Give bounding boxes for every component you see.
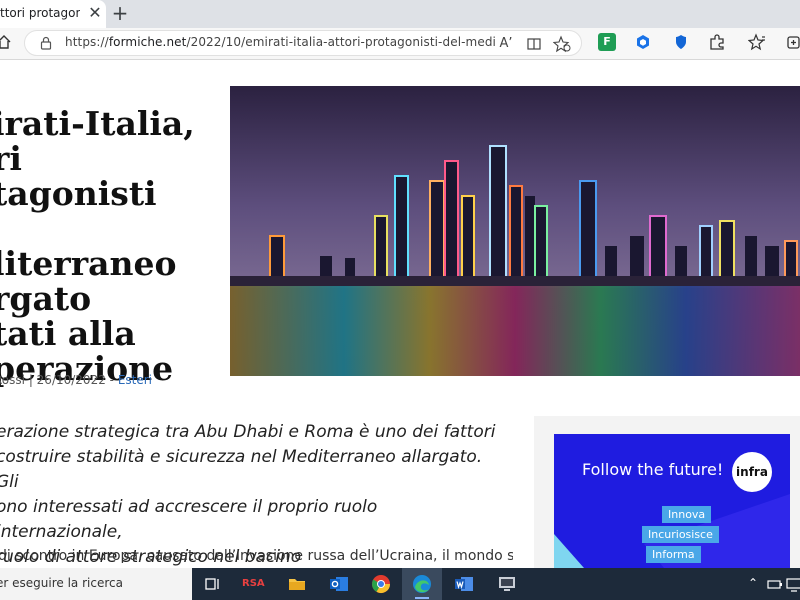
url-path: /2022/10/emirati-italia-attori-protagoni… <box>186 35 495 49</box>
address-bar[interactable]: https://formiche.net/2022/10/emirati-ita… <box>24 30 582 56</box>
ad-tag: Innova <box>662 506 712 523</box>
headline-line: ri <box>0 139 22 178</box>
lead-line: costruire stabilità e sicurezza nel Medi… <box>0 447 483 492</box>
city-skyline-image <box>230 86 800 376</box>
word-icon[interactable] <box>453 573 475 595</box>
ad-logo: infra <box>732 452 772 492</box>
article-hero-image <box>230 86 800 376</box>
ad-tag: Informa <box>646 546 701 563</box>
article-lead: erazione strategica tra Abu Dhabi e Roma… <box>0 420 506 568</box>
byline-category-link[interactable]: Esteri <box>118 373 152 387</box>
article-body-paragraph: di scontro in Europa, causato dall’invas… <box>0 548 513 564</box>
rsa-app-icon[interactable]: RSA <box>242 573 265 595</box>
headline-line: rgato <box>0 279 92 318</box>
tab-title: ttori protagonisti <box>0 6 80 20</box>
lead-line: ono interessati ad accrescere il proprio… <box>0 497 378 542</box>
article-headline[interactable]: irati-Italia, ri tagonisti literraneo rg… <box>0 106 222 386</box>
taskbar-search-box[interactable]: er eseguire la ricerca <box>0 568 192 600</box>
close-icon[interactable]: ✕ <box>86 4 104 22</box>
headline-line <box>0 211 222 246</box>
windows-taskbar: er eseguire la ricerca RSA ⌃ <box>0 568 800 600</box>
tab-strip: ttori protagonisti ✕ + <box>0 0 800 28</box>
collections-icon[interactable] <box>784 33 800 51</box>
web-page: irati-Italia, ri tagonisti literraneo rg… <box>0 86 800 568</box>
active-app-indicator <box>415 597 429 599</box>
ad-banner[interactable]: Follow the future! infra Innova Incurios… <box>554 434 790 568</box>
headline-line: literraneo <box>0 244 177 283</box>
url-domain: formiche.net <box>108 35 187 49</box>
new-tab-button[interactable]: + <box>110 3 130 23</box>
headline-line: irati-Italia, <box>0 104 195 143</box>
extension-blue-hexagon-icon[interactable] <box>634 33 652 51</box>
extension-green-icon[interactable]: F <box>598 33 616 51</box>
byline-author[interactable]: Rossi <box>0 373 25 387</box>
headline-line: tagonisti <box>0 174 157 213</box>
url-text[interactable]: https://formiche.net/2022/10/emirati-ita… <box>65 35 495 49</box>
browser-tab[interactable]: ttori protagonisti ✕ <box>0 0 106 28</box>
edge-icon[interactable] <box>411 573 433 595</box>
ad-title: Follow the future! <box>582 460 724 479</box>
chrome-icon[interactable] <box>370 573 392 595</box>
article-byline: Rossi | 26/10/2022 - Esteri <box>0 373 152 387</box>
remote-desktop-icon[interactable] <box>496 573 518 595</box>
lock-icon[interactable] <box>39 36 53 50</box>
lead-line: erazione strategica tra Abu Dhabi e Roma… <box>0 422 496 442</box>
outlook-icon[interactable] <box>328 573 350 595</box>
task-view-icon[interactable] <box>202 573 224 595</box>
extension-shield-icon[interactable] <box>672 33 690 51</box>
home-icon[interactable] <box>0 34 12 50</box>
url-prefix: https:// <box>65 35 109 49</box>
byline-date: | 26/10/2022 - <box>28 373 114 387</box>
reader-view-icon[interactable] <box>525 35 543 53</box>
file-explorer-icon[interactable] <box>286 573 308 595</box>
extensions-puzzle-icon[interactable] <box>708 33 726 51</box>
taskbar-search-placeholder: er eseguire la ricerca <box>0 576 123 590</box>
ad-container: Follow the future! infra Innova Incurios… <box>534 416 800 568</box>
tray-expand-icon[interactable]: ⌃ <box>748 576 758 590</box>
favorites-add-icon[interactable] <box>553 35 571 53</box>
browser-toolbar: https://formiche.net/2022/10/emirati-ita… <box>0 28 800 60</box>
read-aloud-icon[interactable]: A’ <box>497 35 515 53</box>
ad-tag: Incuriosisce <box>642 526 719 543</box>
tray-network-icon[interactable] <box>784 573 800 595</box>
favorites-icon[interactable] <box>748 33 766 51</box>
tray-battery-icon[interactable] <box>764 573 786 595</box>
headline-line: tati alla <box>0 314 136 353</box>
